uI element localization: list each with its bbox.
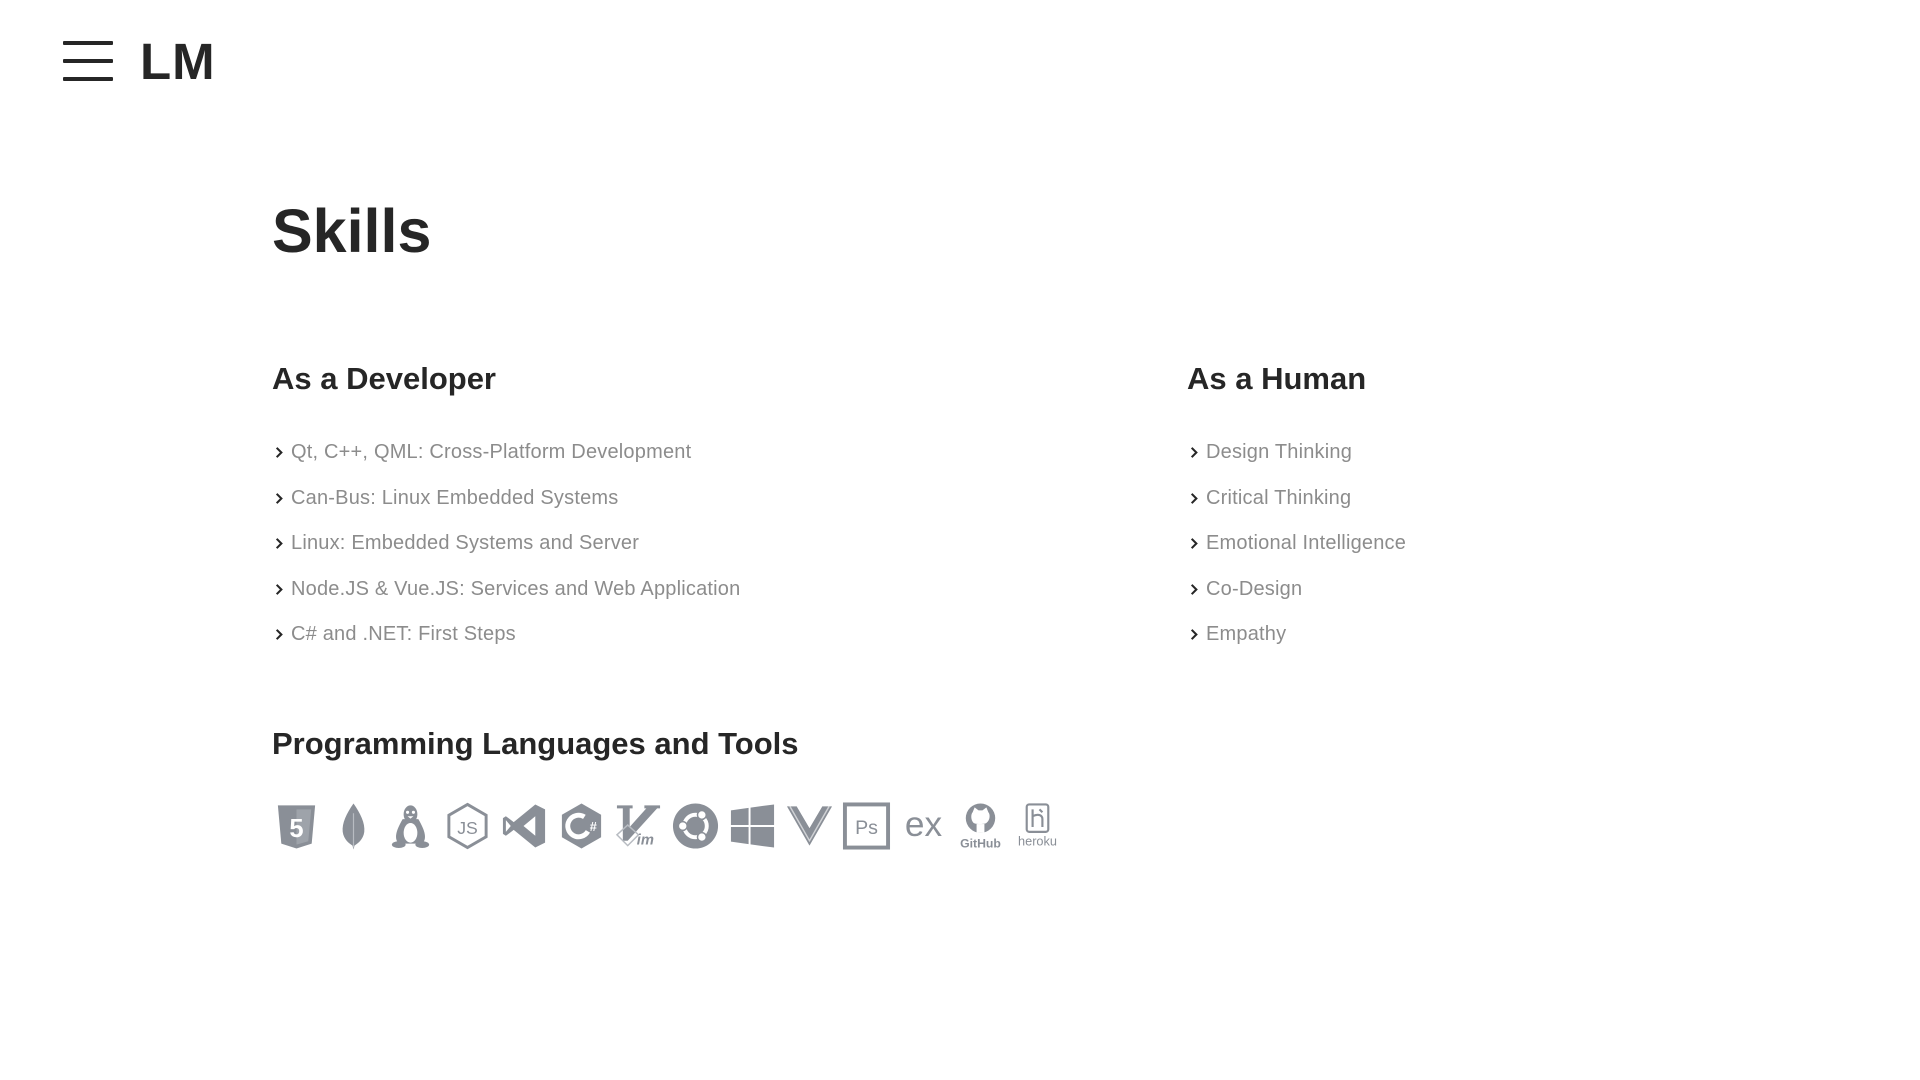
photoshop-icon[interactable]: Ps: [842, 801, 891, 851]
list-item: C# and .NET: First Steps: [272, 612, 740, 658]
human-skills-section: As a Human Design Thinking Critical Thin…: [1187, 361, 1406, 658]
tools-icon-row: 5 JS # im Ps ex GitHub heroku: [272, 801, 1062, 851]
heroku-icon[interactable]: heroku: [1013, 801, 1062, 851]
chevron-right-icon: [1190, 583, 1198, 595]
skill-label: Can-Bus: Linux Embedded Systems: [291, 486, 619, 509]
chevron-right-icon: [275, 583, 283, 595]
hamburger-line: [63, 41, 113, 45]
chevron-right-icon: [275, 447, 283, 459]
site-header: LM: [63, 30, 216, 92]
skill-label: Linux: Embedded Systems and Server: [291, 532, 640, 555]
chevron-right-icon: [1190, 447, 1198, 459]
list-item: Emotional Intelligence: [1187, 521, 1406, 567]
skill-label: Co-Design: [1206, 577, 1303, 600]
human-heading: As a Human: [1187, 361, 1367, 396]
list-item: Can-Bus: Linux Embedded Systems: [272, 476, 740, 522]
skill-label: Design Thinking: [1206, 441, 1353, 464]
page-title: Skills: [272, 197, 432, 265]
ubuntu-icon[interactable]: [671, 801, 720, 851]
site-logo[interactable]: LM: [140, 36, 216, 87]
skill-label: C# and .NET: First Steps: [291, 623, 516, 646]
vim-icon[interactable]: im: [614, 801, 663, 851]
hamburger-line: [63, 59, 113, 63]
windows-icon[interactable]: [728, 801, 777, 851]
developer-skills-section: As a Developer Qt, C++, QML: Cross-Platf…: [272, 361, 740, 658]
skill-label: Critical Thinking: [1206, 486, 1352, 509]
heroku-label: heroku: [1018, 834, 1057, 849]
skill-label: Emotional Intelligence: [1206, 532, 1407, 555]
list-item: Design Thinking: [1187, 430, 1406, 476]
html5-label: 5: [289, 815, 303, 843]
list-item: Co-Design: [1187, 567, 1406, 613]
list-item: Empathy: [1187, 612, 1406, 658]
developer-heading: As a Developer: [272, 361, 496, 396]
csharp-icon[interactable]: #: [557, 801, 606, 851]
nodejs-icon[interactable]: JS: [443, 801, 492, 851]
human-skill-list: Design Thinking Critical Thinking Emotio…: [1187, 430, 1406, 658]
list-item: Node.JS & Vue.JS: Services and Web Appli…: [272, 567, 740, 613]
vuejs-icon[interactable]: [785, 801, 834, 851]
nodejs-label: JS: [457, 818, 478, 838]
html5-icon[interactable]: 5: [272, 801, 321, 851]
photoshop-label: Ps: [855, 817, 878, 839]
hamburger-line: [63, 77, 113, 81]
developer-skill-list: Qt, C++, QML: Cross-Platform Development…: [272, 430, 740, 658]
skill-label: Empathy: [1206, 623, 1287, 646]
tools-heading: Programming Languages and Tools: [272, 726, 799, 761]
express-icon[interactable]: ex: [899, 801, 948, 851]
vim-label: im: [637, 833, 654, 849]
chevron-right-icon: [275, 492, 283, 504]
express-label: ex: [905, 805, 943, 844]
chevron-right-icon: [1190, 629, 1198, 641]
chevron-right-icon: [275, 629, 283, 641]
linux-icon[interactable]: [386, 801, 435, 851]
list-item: Critical Thinking: [1187, 476, 1406, 522]
tools-section: Programming Languages and Tools 5 JS # i…: [272, 726, 1062, 851]
chevron-right-icon: [1190, 492, 1198, 504]
skill-label: Node.JS & Vue.JS: Services and Web Appli…: [291, 577, 741, 600]
list-item: Linux: Embedded Systems and Server: [272, 521, 740, 567]
list-item: Qt, C++, QML: Cross-Platform Development: [272, 430, 740, 476]
chevron-right-icon: [275, 538, 283, 550]
github-icon[interactable]: GitHub: [956, 801, 1005, 851]
svg-text:#: #: [590, 819, 597, 834]
skill-label: Qt, C++, QML: Cross-Platform Development: [291, 441, 692, 464]
mongodb-icon[interactable]: [329, 801, 378, 851]
github-label: GitHub: [960, 837, 1001, 851]
hamburger-menu-icon[interactable]: [63, 41, 113, 81]
visual-studio-icon[interactable]: [500, 801, 549, 851]
chevron-right-icon: [1190, 538, 1198, 550]
